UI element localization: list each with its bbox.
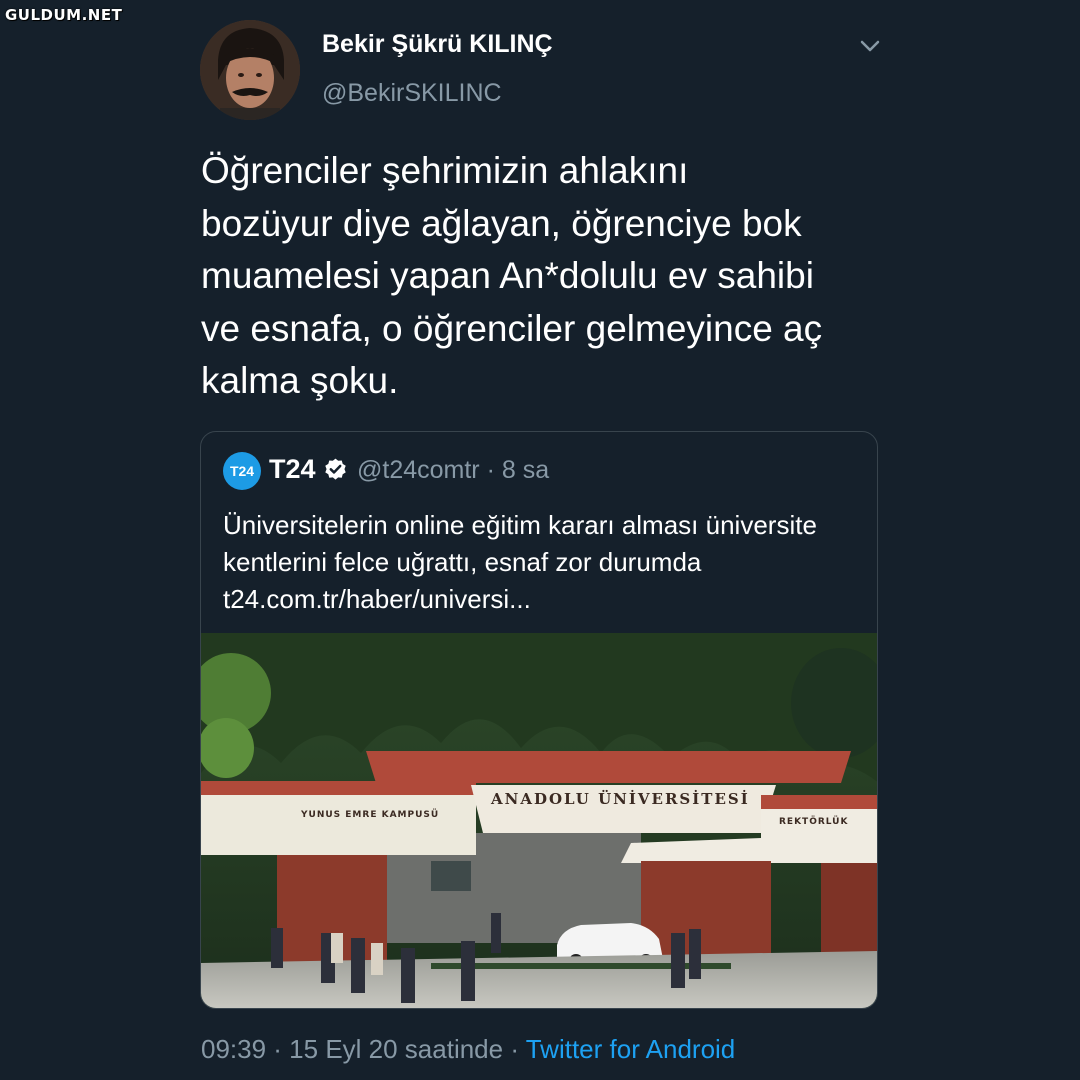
quoted-link[interactable]: t24.com.tr/haber/universi... (223, 581, 863, 618)
tweet-timestamp[interactable]: 09:39 · 15 Eyl 20 saatinde · (201, 1034, 526, 1064)
author-handle[interactable]: @BekirSKILINC (322, 79, 502, 108)
quoted-avatar[interactable]: T24 (223, 452, 261, 490)
tweet-source-link[interactable]: Twitter for Android (526, 1034, 736, 1064)
chevron-down-icon[interactable] (858, 36, 882, 56)
tweet-text: Öğrenciler şehrimizin ahlakını bozüyur d… (201, 150, 823, 401)
verified-badge-icon (325, 458, 346, 480)
quoted-image[interactable]: ANADOLU ÜNİVERSİTESİ YUNUS EMRE KAMPUSÜ … (201, 633, 877, 1008)
quoted-author-name[interactable]: T24 (269, 454, 316, 485)
image-left-sign: YUNUS EMRE KAMPUSÜ (300, 809, 439, 820)
tweet-meta: 09:39 · 15 Eyl 20 saatinde · Twitter for… (201, 1034, 735, 1065)
quoted-handle-time: @t24comtr · 8 sa (357, 456, 550, 484)
quoted-avatar-label: T24 (229, 463, 255, 479)
watermark: GULDUM.NET (5, 6, 123, 24)
campus-gate-photo: ANADOLU ÜNİVERSİTESİ YUNUS EMRE KAMPUSÜ … (201, 633, 877, 1008)
avatar[interactable] (200, 20, 300, 120)
quoted-body: Üniversitelerin online eğitim kararı alm… (223, 510, 817, 577)
author-name[interactable]: Bekir Şükrü KILINÇ (322, 30, 553, 59)
image-right-sign: REKTÖRLÜK (779, 816, 848, 827)
quoted-tweet[interactable]: T24 T24 @t24comtr · 8 sa Üniversitelerin… (200, 431, 878, 1009)
image-main-sign: ANADOLU ÜNİVERSİTESİ (490, 789, 750, 808)
tweet-screenshot: GULDUM.NET Bekir Şükrü KILINÇ @BekirSKIL… (0, 0, 1080, 1080)
avatar-portrait-icon (200, 20, 300, 120)
quoted-text: Üniversitelerin online eğitim kararı alm… (223, 507, 863, 618)
